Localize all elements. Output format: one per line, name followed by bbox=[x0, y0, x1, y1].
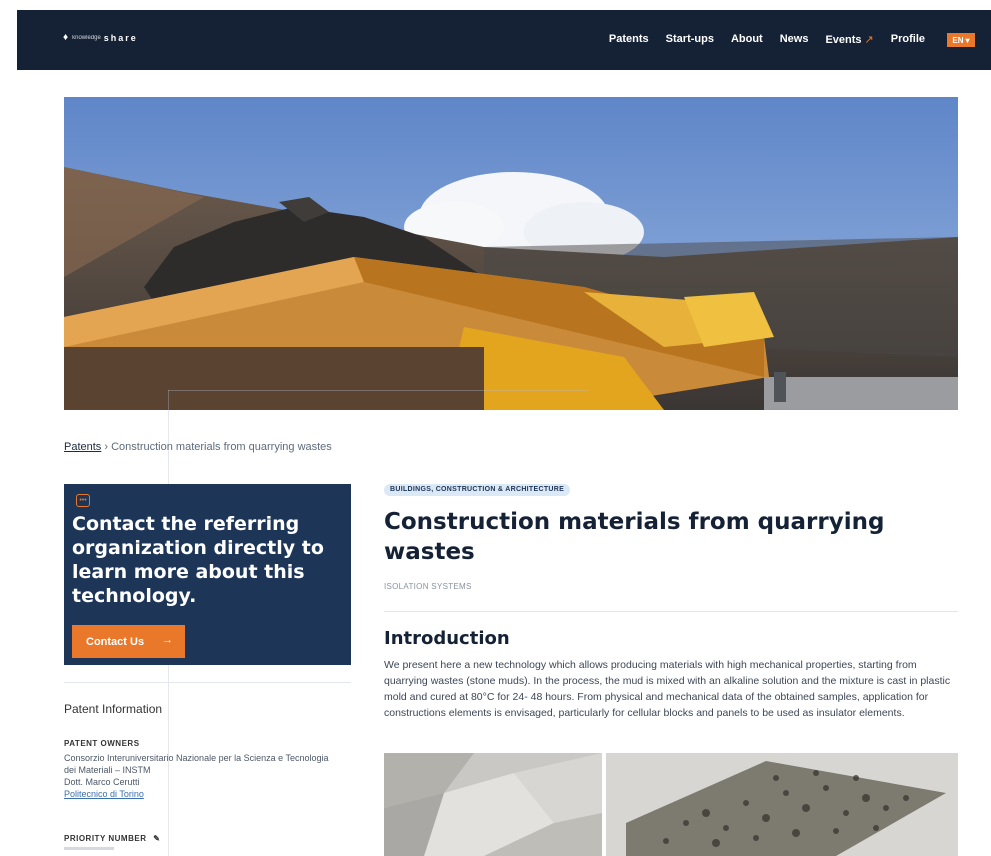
subcategory-tag: ISOLATION SYSTEMS bbox=[384, 582, 472, 591]
external-link-icon: ↗ bbox=[864, 34, 874, 46]
language-label: EN bbox=[952, 35, 964, 45]
contact-us-label: Contact Us bbox=[86, 635, 145, 648]
nav-news[interactable]: News bbox=[780, 33, 809, 46]
breadcrumb: Patents › Construction materials from qu… bbox=[64, 441, 332, 453]
cellular-block-image bbox=[606, 753, 958, 856]
priority-number-label: PRIORITY NUMBER ✎ bbox=[64, 834, 160, 843]
chevron-down-icon: ▾ bbox=[965, 35, 970, 45]
chat-icon: ••• bbox=[76, 494, 90, 507]
breadcrumb-current: Construction materials from quarrying wa… bbox=[111, 441, 332, 453]
owner-item: Dott. Marco Cerutti bbox=[64, 777, 140, 787]
page-title: Construction materials from quarrying wa… bbox=[384, 509, 885, 565]
hero-image bbox=[64, 97, 958, 410]
patent-info-title: Patent Information bbox=[64, 702, 163, 716]
arrow-right-icon: → bbox=[162, 634, 173, 646]
contact-card: ••• Contact the referring organization d… bbox=[64, 484, 351, 665]
contact-heading: Contact the referring organization direc… bbox=[72, 513, 324, 607]
category-badge[interactable]: BUILDINGS, CONSTRUCTION & ARCHITECTURE bbox=[384, 484, 571, 496]
stone-mud-illustration bbox=[384, 753, 602, 856]
contact-us-button[interactable]: Contact Us → bbox=[72, 625, 185, 658]
page: ♦ knowledge share Patents Start-ups Abou… bbox=[17, 10, 991, 856]
owner-item: Consorzio Interuniversitario Nazionale p… bbox=[64, 753, 329, 775]
priority-number-value bbox=[64, 847, 114, 850]
nav-patents[interactable]: Patents bbox=[609, 33, 649, 46]
logo-text: share bbox=[103, 32, 138, 43]
cellular-block-illustration bbox=[606, 753, 958, 856]
nav-profile[interactable]: Profile bbox=[891, 33, 925, 46]
introduction-heading: Introduction bbox=[384, 628, 510, 649]
logo-icon: ♦ bbox=[63, 32, 70, 43]
stone-mud-image bbox=[384, 753, 602, 856]
patent-owners-label: PATENT OWNERS bbox=[64, 739, 140, 748]
priority-label-text: PRIORITY NUMBER bbox=[64, 834, 147, 843]
introduction-text: We present here a new technology which a… bbox=[384, 659, 951, 719]
logo-text-small: knowledge bbox=[72, 34, 101, 41]
nav-events[interactable]: Events ↗ bbox=[825, 33, 873, 46]
patent-owners-list: Consorzio Interuniversitario Nazionale p… bbox=[64, 752, 334, 800]
nav-startups[interactable]: Start-ups bbox=[666, 33, 714, 46]
nav-events-label: Events bbox=[825, 34, 862, 46]
top-navbar: ♦ knowledge share Patents Start-ups Abou… bbox=[17, 10, 991, 70]
breadcrumb-link-patents[interactable]: Patents bbox=[64, 441, 101, 453]
nav-about[interactable]: About bbox=[731, 33, 763, 46]
brand-logo[interactable]: ♦ knowledge share bbox=[63, 32, 138, 43]
quarry-truck-illustration bbox=[64, 97, 958, 410]
owner-link[interactable]: Politecnico di Torino bbox=[64, 788, 334, 800]
language-selector[interactable]: EN ▾ bbox=[947, 33, 975, 47]
breadcrumb-separator: › bbox=[104, 441, 109, 453]
info-icon[interactable]: ✎ bbox=[153, 834, 160, 843]
main-nav: Patents Start-ups About News Events ↗ Pro… bbox=[609, 33, 925, 46]
divider bbox=[64, 682, 351, 683]
divider bbox=[384, 611, 958, 612]
